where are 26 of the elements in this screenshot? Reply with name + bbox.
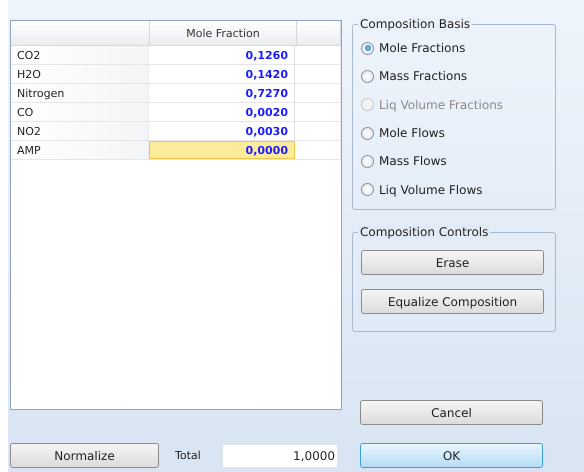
radio-label[interactable]: Liq Volume Flows bbox=[379, 182, 483, 197]
radio-button[interactable] bbox=[361, 42, 374, 55]
value-cell[interactable]: 0,0030 bbox=[149, 122, 295, 140]
value-cell[interactable]: 0,0020 bbox=[149, 103, 295, 121]
total-field[interactable]: 1,0000 bbox=[222, 444, 338, 468]
ok-button[interactable]: OK bbox=[360, 443, 543, 468]
radio-label[interactable]: Mole Fractions bbox=[379, 41, 466, 56]
radio-label[interactable]: Mass Fractions bbox=[379, 69, 468, 84]
column-header: Mole Fraction bbox=[150, 21, 297, 45]
value-cell[interactable]: 0,0000 bbox=[149, 141, 295, 159]
radio-button[interactable] bbox=[361, 183, 374, 196]
normalize-button[interactable]: Normalize bbox=[10, 443, 159, 468]
radio-button[interactable] bbox=[361, 154, 374, 168]
value-cell[interactable]: 0,1420 bbox=[149, 65, 295, 83]
radio-label[interactable]: Mass Flows bbox=[379, 154, 447, 168]
value-cell[interactable]: 0,7270 bbox=[149, 84, 295, 102]
radio-button[interactable] bbox=[361, 126, 374, 140]
group-title: Composition Controls bbox=[358, 225, 490, 239]
control-button[interactable]: Equalize Composition bbox=[361, 289, 544, 314]
radio-label[interactable]: Mole Flows bbox=[379, 126, 445, 140]
value-cell[interactable]: 0,1260 bbox=[149, 46, 295, 64]
total-label: Total bbox=[175, 449, 202, 462]
group-title: Composition Basis bbox=[358, 17, 472, 31]
radio-button[interactable] bbox=[361, 70, 374, 83]
control-button[interactable]: Erase bbox=[361, 250, 544, 275]
cancel-button[interactable]: Cancel bbox=[360, 400, 543, 425]
